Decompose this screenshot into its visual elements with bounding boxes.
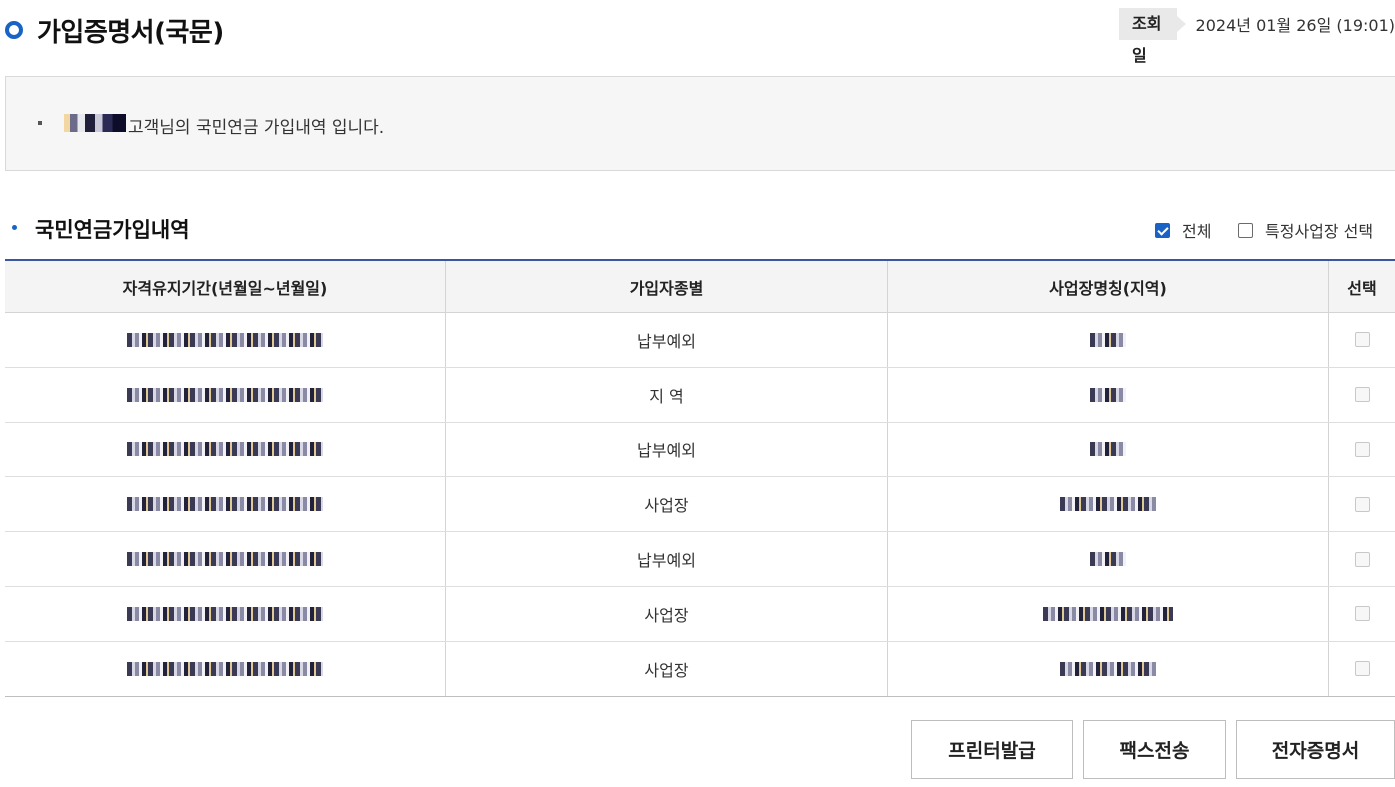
- type-cell: 납부예외: [446, 532, 888, 586]
- row-checkbox[interactable]: [1354, 606, 1370, 622]
- select-cell: [1329, 642, 1395, 696]
- period-cell: [5, 313, 446, 367]
- filter-specific-label: 특정사업장 선택: [1265, 222, 1374, 241]
- workplace-cell: [888, 641, 1329, 696]
- masked-period: [127, 661, 323, 676]
- type-cell: 지 역: [446, 367, 888, 422]
- query-date: 조회일 2024년 01월 26일 (19:01): [1119, 8, 1395, 65]
- masked-workplace: [1060, 661, 1156, 676]
- masked-period: [127, 606, 323, 621]
- page-header: 가입증명서(국문) 조회일 2024년 01월 26일 (19:01): [0, 0, 1395, 65]
- masked-customer-name: [64, 114, 126, 132]
- type-cell: 사업장: [446, 477, 888, 532]
- print-button[interactable]: 프린터발급: [911, 720, 1073, 779]
- period-cell: [5, 532, 446, 586]
- table-header: 자격유지기간(년월일~년월일) 가입자종별 사업장명칭(지역) 선택: [5, 261, 1395, 313]
- period-cell: [5, 477, 446, 532]
- header-type: 가입자종별: [446, 261, 888, 312]
- title-marker-icon: [5, 21, 23, 39]
- masked-period: [127, 497, 323, 512]
- workplace-cell: [888, 422, 1329, 477]
- workplace-cell: [888, 477, 1329, 532]
- table-row: 사업장: [5, 477, 1395, 533]
- row-checkbox[interactable]: [1354, 387, 1370, 403]
- filter-all-label: 전체: [1182, 222, 1212, 241]
- row-checkbox[interactable]: [1354, 332, 1370, 348]
- header-workplace: 사업장명칭(지역): [888, 261, 1329, 312]
- header-select: 선택: [1347, 278, 1377, 298]
- masked-period: [127, 332, 323, 347]
- select-cell: [1329, 532, 1395, 586]
- query-date-label: 조회일: [1119, 8, 1186, 65]
- checkbox-checked-icon[interactable]: [1155, 222, 1170, 238]
- period-cell: [5, 641, 446, 696]
- info-text: 고객님의 국민연금 가입내역 입니다.: [128, 118, 385, 138]
- table-row: 사업장: [5, 641, 1395, 697]
- query-date-value: 2024년 01월 26일 (19:01): [1195, 16, 1395, 35]
- electronic-certificate-button[interactable]: 전자증명서: [1236, 720, 1395, 779]
- type-cell: 납부예외: [446, 422, 888, 477]
- section-bullet-icon: [12, 225, 17, 230]
- row-checkbox[interactable]: [1354, 441, 1370, 457]
- masked-workplace: [1060, 497, 1156, 512]
- table-row: 사업장: [5, 586, 1395, 642]
- period-cell: [5, 422, 446, 477]
- checkbox-icon[interactable]: [1238, 222, 1253, 238]
- masked-workplace: [1090, 387, 1126, 402]
- type-cell: 사업장: [446, 641, 888, 696]
- period-cell: [5, 586, 446, 641]
- header-period: 자격유지기간(년월일~년월일): [5, 261, 446, 312]
- bullet-icon: [38, 121, 42, 125]
- table-row: 지 역: [5, 367, 1395, 423]
- row-checkbox[interactable]: [1354, 496, 1370, 512]
- table-row: 납부예외: [5, 422, 1395, 478]
- select-cell: [1329, 368, 1395, 422]
- select-cell: [1329, 477, 1395, 531]
- fax-button[interactable]: 팩스전송: [1083, 720, 1226, 779]
- select-cell: [1329, 423, 1395, 477]
- workplace-cell: [888, 532, 1329, 586]
- enrollment-table: 자격유지기간(년월일~년월일) 가입자종별 사업장명칭(지역) 선택 납부예외 …: [5, 259, 1395, 697]
- masked-workplace: [1043, 606, 1173, 621]
- masked-period: [127, 552, 323, 567]
- masked-workplace: [1090, 552, 1126, 567]
- section-title: 국민연금가입내역: [35, 218, 190, 242]
- info-box: 고객님의 국민연금 가입내역 입니다.: [5, 76, 1395, 171]
- table-row: 납부예외: [5, 532, 1395, 587]
- filter-specific-checkbox[interactable]: 특정사업장 선택: [1238, 218, 1373, 242]
- type-cell: 납부예외: [446, 313, 888, 367]
- row-checkbox[interactable]: [1354, 551, 1370, 567]
- masked-period: [127, 387, 323, 402]
- workplace-cell: [888, 313, 1329, 367]
- workplace-cell: [888, 586, 1329, 641]
- masked-workplace: [1090, 332, 1126, 347]
- select-cell: [1329, 313, 1395, 367]
- row-checkbox[interactable]: [1354, 661, 1370, 677]
- type-cell: 사업장: [446, 586, 888, 641]
- masked-workplace: [1090, 442, 1126, 457]
- period-cell: [5, 367, 446, 422]
- table-row: 납부예외: [5, 313, 1395, 368]
- section-header: 국민연금가입내역 전체 특정사업장 선택: [5, 208, 1395, 248]
- select-cell: [1329, 587, 1395, 641]
- masked-period: [127, 442, 323, 457]
- page-title: 가입증명서(국문): [37, 18, 224, 48]
- workplace-cell: [888, 367, 1329, 422]
- filter-all-checkbox[interactable]: 전체: [1155, 218, 1211, 242]
